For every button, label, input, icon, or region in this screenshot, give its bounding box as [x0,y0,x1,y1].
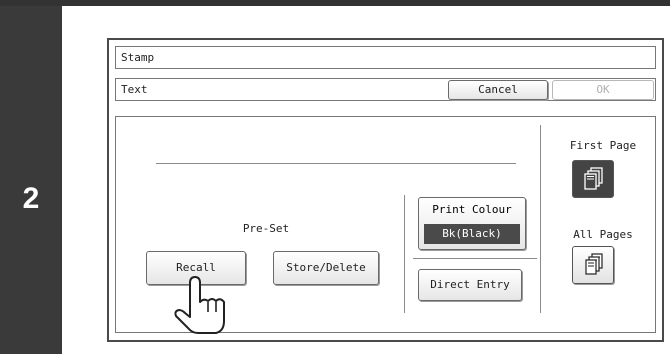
direct-entry-button[interactable]: Direct Entry [418,269,522,301]
divider-left [404,195,405,313]
text-line [156,163,516,164]
all-pages-button[interactable] [572,246,614,284]
ok-button[interactable]: OK [552,80,654,100]
subheader-title: Text [121,83,148,96]
pointing-hand-icon [174,276,225,334]
divider-right [540,125,541,313]
print-colour-button[interactable]: Print Colour Bk(Black) [418,197,526,250]
all-pages-icon [585,253,603,275]
first-page-button[interactable] [572,160,614,198]
print-colour-value: Bk(Black) [424,224,520,244]
print-colour-label: Print Colour [432,203,512,216]
first-page-label: First Page [569,139,637,152]
preset-label: Pre-Set [242,222,290,235]
first-page-icon [584,167,603,190]
all-pages-label: All Pages [573,228,633,241]
top-bar [0,0,670,6]
step-number: 2 [22,182,40,215]
divider-mid [413,258,537,259]
step-indicator: 2 [0,6,62,354]
store-delete-button[interactable]: Store/Delete [273,251,379,285]
cancel-button[interactable]: Cancel [448,80,548,100]
dialog-title: Stamp [115,46,656,69]
